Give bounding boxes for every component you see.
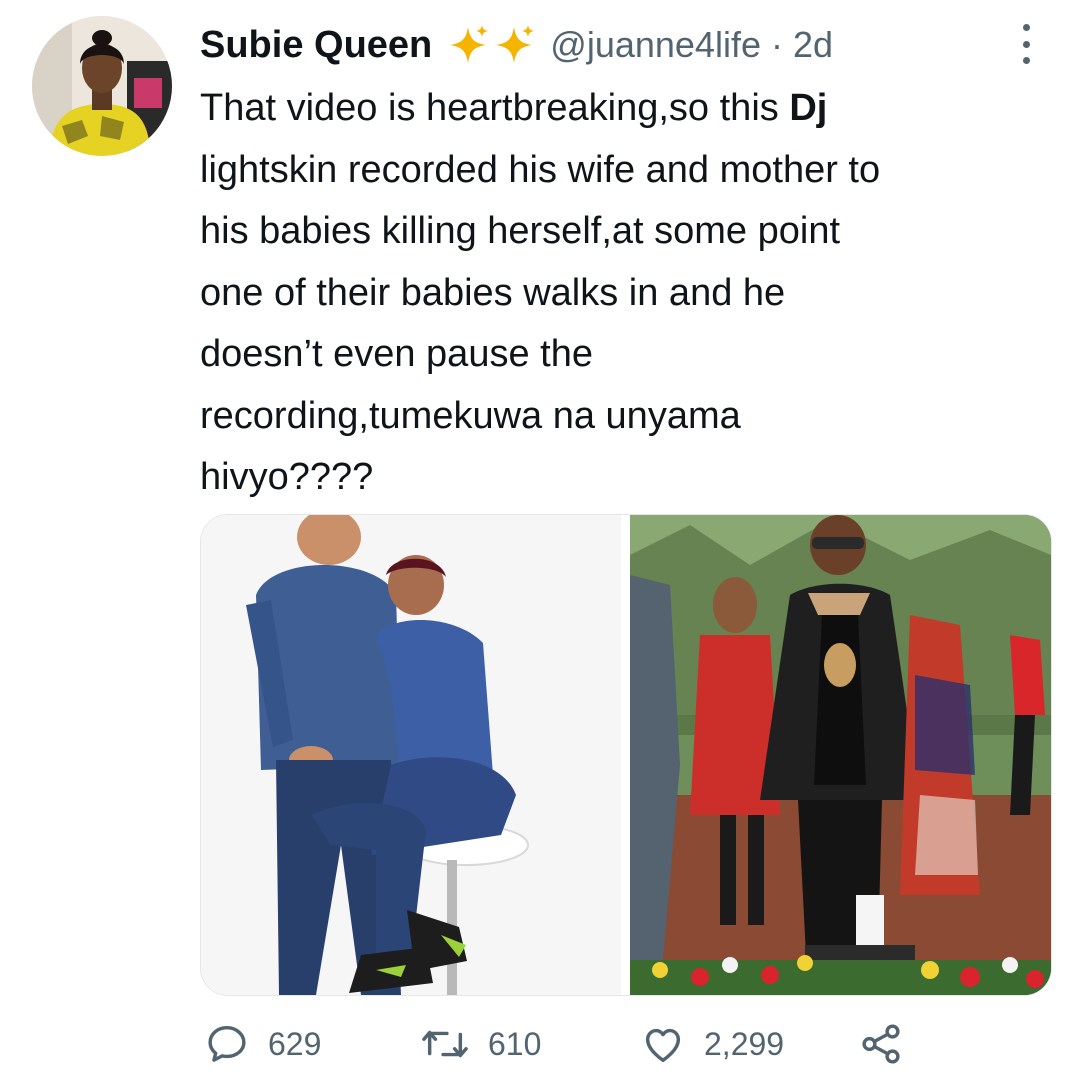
heart-icon: [645, 1028, 681, 1063]
display-name[interactable]: Subie Queen: [200, 24, 432, 67]
tweet-line: recording,tumekuwa na unyama: [200, 394, 741, 437]
reply-button[interactable]: 629: [204, 1014, 321, 1074]
tweet-line-text: That video is heartbreaking,so this: [200, 87, 790, 129]
reply-count: 629: [268, 1025, 322, 1062]
tweet-header: Subie Queen @juanne4life · 2d: [200, 20, 833, 70]
like-count: 2,299: [704, 1025, 785, 1062]
photo-funeral[interactable]: [630, 515, 1051, 995]
tweet-line: That video is heartbreaking,so this Dj: [200, 78, 1060, 140]
like-button[interactable]: 2,299: [640, 1014, 784, 1074]
tweet-line: doesn’t even pause the: [200, 333, 593, 375]
sparkles-icon: [446, 23, 536, 67]
tweet-line: his babies killing herself,at some point: [200, 210, 841, 252]
tweet-line: hivyo????: [200, 456, 374, 498]
retweet-count: 610: [488, 1025, 542, 1062]
action-bar: 629 610 2,299: [0, 1014, 1080, 1074]
reply-icon: [208, 1025, 246, 1062]
separator-dot: ·: [770, 24, 783, 65]
tweet[interactable]: Subie Queen @juanne4life · 2d That video…: [0, 0, 1080, 1088]
timestamp[interactable]: 2d: [793, 24, 833, 66]
retweet-icon: [422, 1030, 468, 1058]
user-handle[interactable]: @juanne4life: [550, 24, 761, 66]
tweet-bold-word: Dj: [789, 87, 828, 129]
more-options-icon[interactable]: [1016, 24, 1036, 64]
tweet-line: one of their babies walks in and he: [200, 271, 786, 314]
media-grid: [200, 514, 1052, 996]
share-icon: [862, 1024, 900, 1064]
avatar[interactable]: [32, 16, 172, 156]
tweet-text: That video is heartbreaking,so this Dj l…: [200, 78, 1060, 509]
share-button[interactable]: [858, 1014, 904, 1074]
photo-couple[interactable]: [201, 515, 621, 995]
tweet-line: lightskin recorded his wife and mother t…: [200, 148, 881, 191]
retweet-button[interactable]: 610: [420, 1014, 541, 1074]
